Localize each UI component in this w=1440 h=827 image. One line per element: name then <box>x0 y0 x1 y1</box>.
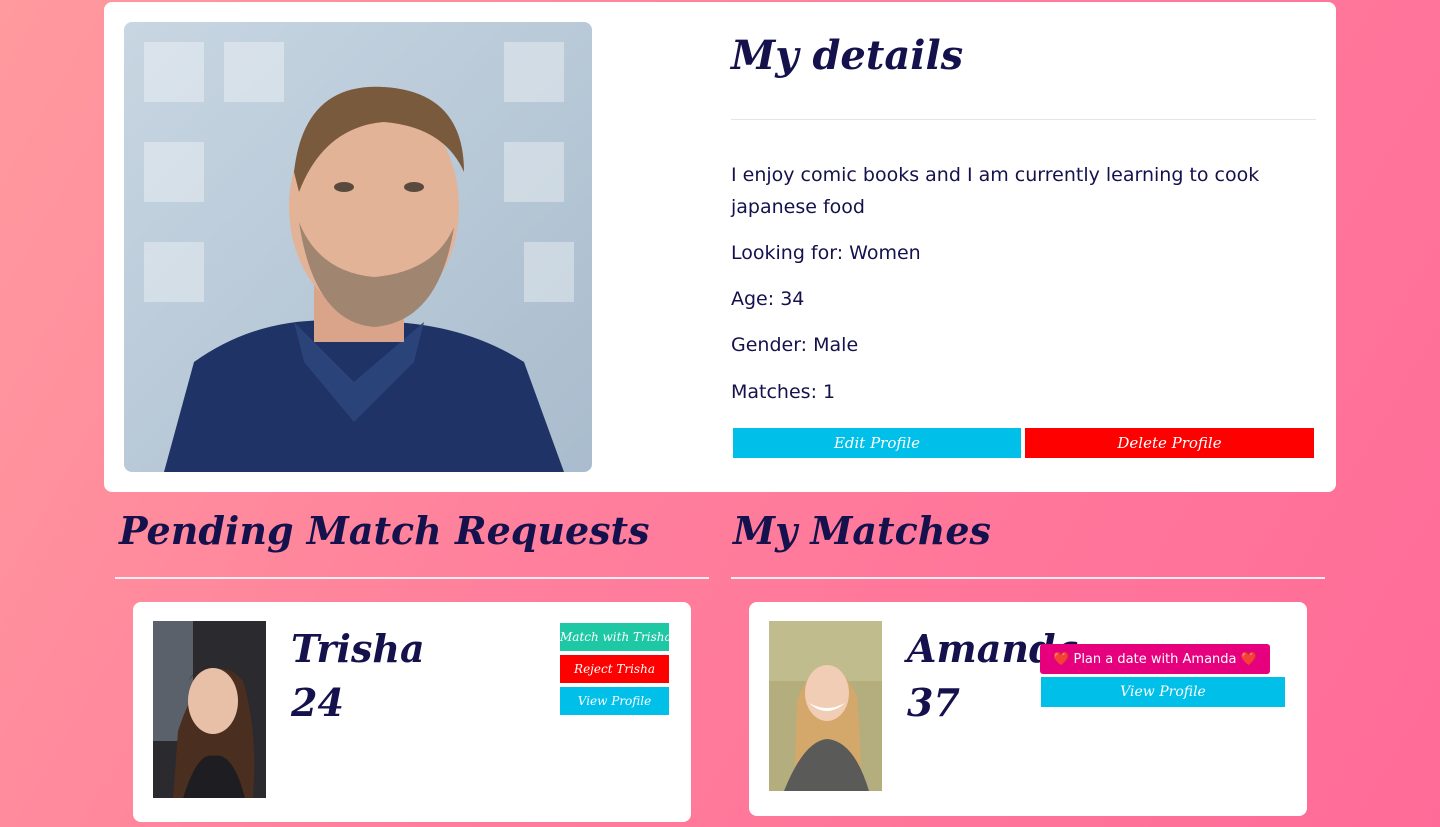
bio-text: I enjoy comic books and I am currently l… <box>731 164 1260 218</box>
request-age: 24 <box>291 680 344 725</box>
plan-date-button[interactable]: ❤️ Plan a date with Amanda ❤️ <box>1040 644 1270 674</box>
view-match-profile-button[interactable]: View Profile <box>1041 677 1285 707</box>
edit-profile-button[interactable]: Edit Profile <box>733 428 1021 458</box>
age-text: Age: 34 <box>731 288 805 310</box>
view-request-profile-button[interactable]: View Profile <box>560 687 669 715</box>
details-divider <box>731 119 1316 120</box>
pending-requests-title: Pending Match Requests <box>119 508 650 553</box>
request-name: Trisha <box>291 626 425 671</box>
pending-request-card: Trisha 24 Match with Trisha Reject Trish… <box>133 602 691 822</box>
match-age: 37 <box>907 680 960 725</box>
delete-profile-button[interactable]: Delete Profile <box>1025 428 1314 458</box>
looking-for-text: Looking for: Women <box>731 242 921 264</box>
match-request-button[interactable]: Match with Trisha <box>560 623 669 651</box>
matches-count-text: Matches: 1 <box>731 381 836 403</box>
gender-text: Gender: Male <box>731 334 859 356</box>
trisha-photo[interactable] <box>153 621 266 798</box>
plan-date-label: Plan a date with Amanda <box>1073 651 1237 667</box>
match-card: Amanda 37 ❤️ Plan a date with Amanda ❤️ … <box>749 602 1307 816</box>
heart-icon: ❤️ <box>1240 651 1257 667</box>
profile-photo <box>124 22 592 472</box>
my-matches-title: My Matches <box>733 508 991 553</box>
reject-request-button[interactable]: Reject Trisha <box>560 655 669 683</box>
profile-card: My details I enjoy comic books and I am … <box>104 2 1336 492</box>
amanda-photo[interactable] <box>769 621 882 791</box>
details-title: My details <box>731 32 964 79</box>
matches-divider <box>731 577 1325 579</box>
pending-divider <box>115 577 709 579</box>
heart-icon: ❤️ <box>1053 651 1070 667</box>
